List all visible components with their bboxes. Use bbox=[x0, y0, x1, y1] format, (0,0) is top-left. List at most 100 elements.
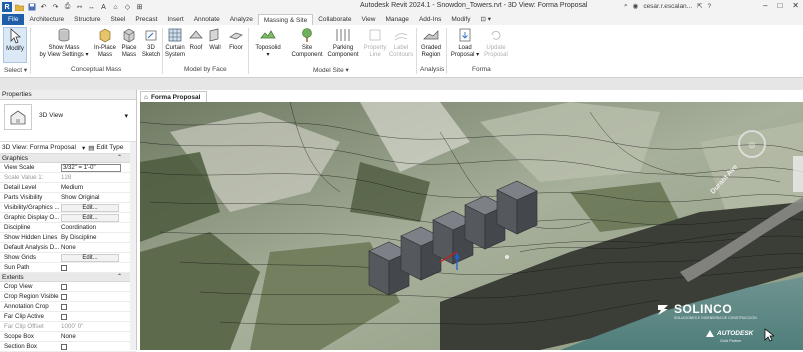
instance-selector-value[interactable]: 3D View: Forma Proposal bbox=[2, 144, 76, 151]
edit-button[interactable]: Edit... bbox=[61, 204, 119, 212]
nav-wheel-icon[interactable]: ◎ bbox=[738, 130, 766, 158]
brand-name: SOLINCO bbox=[674, 302, 733, 316]
panel-select[interactable]: Select ▾ bbox=[4, 66, 27, 74]
tab-structure[interactable]: Structure bbox=[69, 14, 105, 25]
property-value[interactable] bbox=[59, 292, 136, 301]
tab-modify[interactable]: Modify bbox=[446, 14, 475, 25]
property-value[interactable]: By Discipline bbox=[59, 233, 136, 242]
revit-logo[interactable]: R bbox=[2, 2, 12, 12]
tab-collaborate[interactable]: Collaborate bbox=[313, 14, 356, 25]
tab-view[interactable]: View bbox=[356, 14, 380, 25]
nav-wheel-glyph: ◎ bbox=[748, 139, 756, 149]
property-value[interactable]: None bbox=[59, 332, 136, 341]
3d-viewport[interactable]: Durant Ave ◎ SOLINCO SOLUCIONES E INGENI… bbox=[140, 102, 803, 350]
panel-model-site[interactable]: Model Site ▾ bbox=[313, 66, 349, 74]
close-icon[interactable]: ✕ bbox=[792, 1, 799, 10]
property-value[interactable] bbox=[59, 263, 136, 272]
tab-annotate[interactable]: Annotate bbox=[189, 14, 225, 25]
checkbox[interactable] bbox=[61, 304, 67, 310]
redo-icon[interactable]: ↷ bbox=[51, 3, 60, 12]
user-icon[interactable]: ◉ bbox=[633, 2, 639, 10]
tab-massing-site[interactable]: Massing & Site bbox=[257, 14, 314, 25]
tab-steel[interactable]: Steel bbox=[106, 14, 131, 25]
tab-extra[interactable]: ⊡ ▾ bbox=[476, 14, 497, 25]
graded-region-button[interactable]: Graded Region bbox=[419, 27, 443, 59]
extents-rows: Crop View Crop Region Visible Annotation C… bbox=[0, 282, 136, 352]
checkbox[interactable] bbox=[61, 314, 67, 320]
save-icon[interactable] bbox=[27, 3, 36, 12]
checkbox[interactable] bbox=[61, 294, 67, 300]
chevron-down-icon[interactable]: ▾ bbox=[124, 112, 128, 120]
dimension-icon[interactable]: ↔ bbox=[87, 3, 96, 12]
maximize-icon[interactable]: □ bbox=[777, 1, 782, 10]
property-value[interactable]: Edit... bbox=[59, 213, 136, 222]
user-name[interactable]: cesar.r.escalan... bbox=[643, 3, 692, 10]
collapse-icon[interactable]: ⌃ bbox=[117, 154, 122, 163]
curtain-system-button[interactable]: Curtain System bbox=[163, 27, 187, 59]
modify-button[interactable]: Modify bbox=[3, 27, 27, 63]
navigation-bar[interactable] bbox=[793, 156, 803, 192]
show-mass-button[interactable]: Show Mass by View Settings ▾ bbox=[40, 27, 88, 59]
text-icon[interactable]: A bbox=[99, 3, 108, 12]
edit-button[interactable]: Edit... bbox=[61, 254, 119, 262]
load-proposal-button[interactable]: Load Proposal ▾ bbox=[451, 27, 479, 59]
edit-type-button[interactable]: Edit Type bbox=[96, 144, 123, 151]
group-graphics[interactable]: Graphics ⌃ bbox=[0, 154, 136, 163]
tab-insert[interactable]: Insert bbox=[162, 14, 188, 25]
site-component-button[interactable]: Site Component bbox=[290, 27, 324, 59]
toposolid-button[interactable]: Toposolid ▾ bbox=[253, 27, 283, 59]
wall-button[interactable]: Wall bbox=[207, 27, 223, 52]
roof-button[interactable]: Roof bbox=[188, 27, 204, 52]
print-icon[interactable]: ⎙ bbox=[63, 3, 72, 12]
property-value[interactable]: None bbox=[59, 243, 136, 252]
property-value[interactable]: Show Original bbox=[59, 193, 136, 202]
place-mass-button[interactable]: Place Mass bbox=[119, 27, 139, 59]
minimize-icon[interactable]: – bbox=[763, 1, 767, 10]
search-icon[interactable]: ⌕ bbox=[624, 2, 628, 10]
label-contours-button[interactable]: Label Contours bbox=[388, 27, 414, 59]
parking-component-button[interactable]: Parking Component bbox=[326, 27, 360, 59]
close-hidden-icon[interactable]: ⊞ bbox=[135, 3, 144, 12]
property-value[interactable]: Edit... bbox=[59, 203, 136, 212]
solinco-watermark: SOLINCO SOLUCIONES E INGENIERIA DE CONST… bbox=[656, 302, 760, 320]
tab-file[interactable]: File bbox=[2, 14, 25, 25]
property-key: Show Hidden Lines bbox=[4, 234, 58, 241]
undo-icon[interactable]: ↶ bbox=[39, 3, 48, 12]
property-value[interactable]: 3/32" = 1'-0" bbox=[59, 163, 136, 172]
property-value[interactable] bbox=[59, 282, 136, 291]
property-value[interactable] bbox=[59, 312, 136, 321]
help-icon[interactable]: ? bbox=[708, 3, 712, 10]
open-icon[interactable] bbox=[15, 3, 24, 12]
property-row: Far Clip Offset 1000' 0" bbox=[0, 322, 136, 332]
tab-analyze[interactable]: Analyze bbox=[225, 14, 258, 25]
update-proposal-button[interactable]: Update Proposal bbox=[483, 27, 509, 59]
3d-view-icon[interactable]: ⌂ bbox=[111, 3, 120, 12]
section-icon[interactable]: ◇ bbox=[123, 3, 132, 12]
view-tab-forma-proposal[interactable]: ⌂ Forma Proposal bbox=[140, 91, 208, 102]
floor-button[interactable]: Floor bbox=[227, 27, 245, 52]
property-line-button[interactable]: Property Line bbox=[363, 27, 387, 59]
measure-icon[interactable]: ⇿ bbox=[75, 3, 84, 12]
property-value[interactable]: Edit... bbox=[59, 253, 136, 262]
property-value[interactable]: Medium bbox=[59, 183, 136, 192]
tab-precast[interactable]: Precast bbox=[130, 14, 162, 25]
tab-manage[interactable]: Manage bbox=[380, 14, 414, 25]
in-place-mass-button[interactable]: In-Place Mass bbox=[93, 27, 117, 59]
edit-button[interactable]: Edit... bbox=[61, 214, 119, 222]
collapse-icon[interactable]: ⌃ bbox=[117, 273, 122, 282]
chevron-down-icon[interactable]: ▾ bbox=[82, 144, 85, 152]
property-value[interactable]: Coordination bbox=[59, 223, 136, 232]
checkbox[interactable] bbox=[61, 344, 67, 350]
checkbox[interactable] bbox=[61, 265, 67, 271]
property-row: Crop View bbox=[0, 282, 136, 292]
scale-input[interactable]: 3/32" = 1'-0" bbox=[61, 164, 121, 172]
sketch-3d-button[interactable]: 3D Sketch bbox=[141, 27, 161, 59]
tab-add-ins[interactable]: Add-Ins bbox=[414, 14, 446, 25]
checkbox[interactable] bbox=[61, 284, 67, 290]
property-value[interactable] bbox=[59, 302, 136, 311]
tab-architecture[interactable]: Architecture bbox=[24, 14, 69, 25]
properties-scrollbar[interactable] bbox=[130, 142, 136, 350]
type-selector[interactable]: 3D View ▾ bbox=[0, 100, 136, 142]
group-extents[interactable]: Extents ⌃ bbox=[0, 273, 136, 282]
cart-icon[interactable]: ⇱ bbox=[697, 2, 702, 10]
